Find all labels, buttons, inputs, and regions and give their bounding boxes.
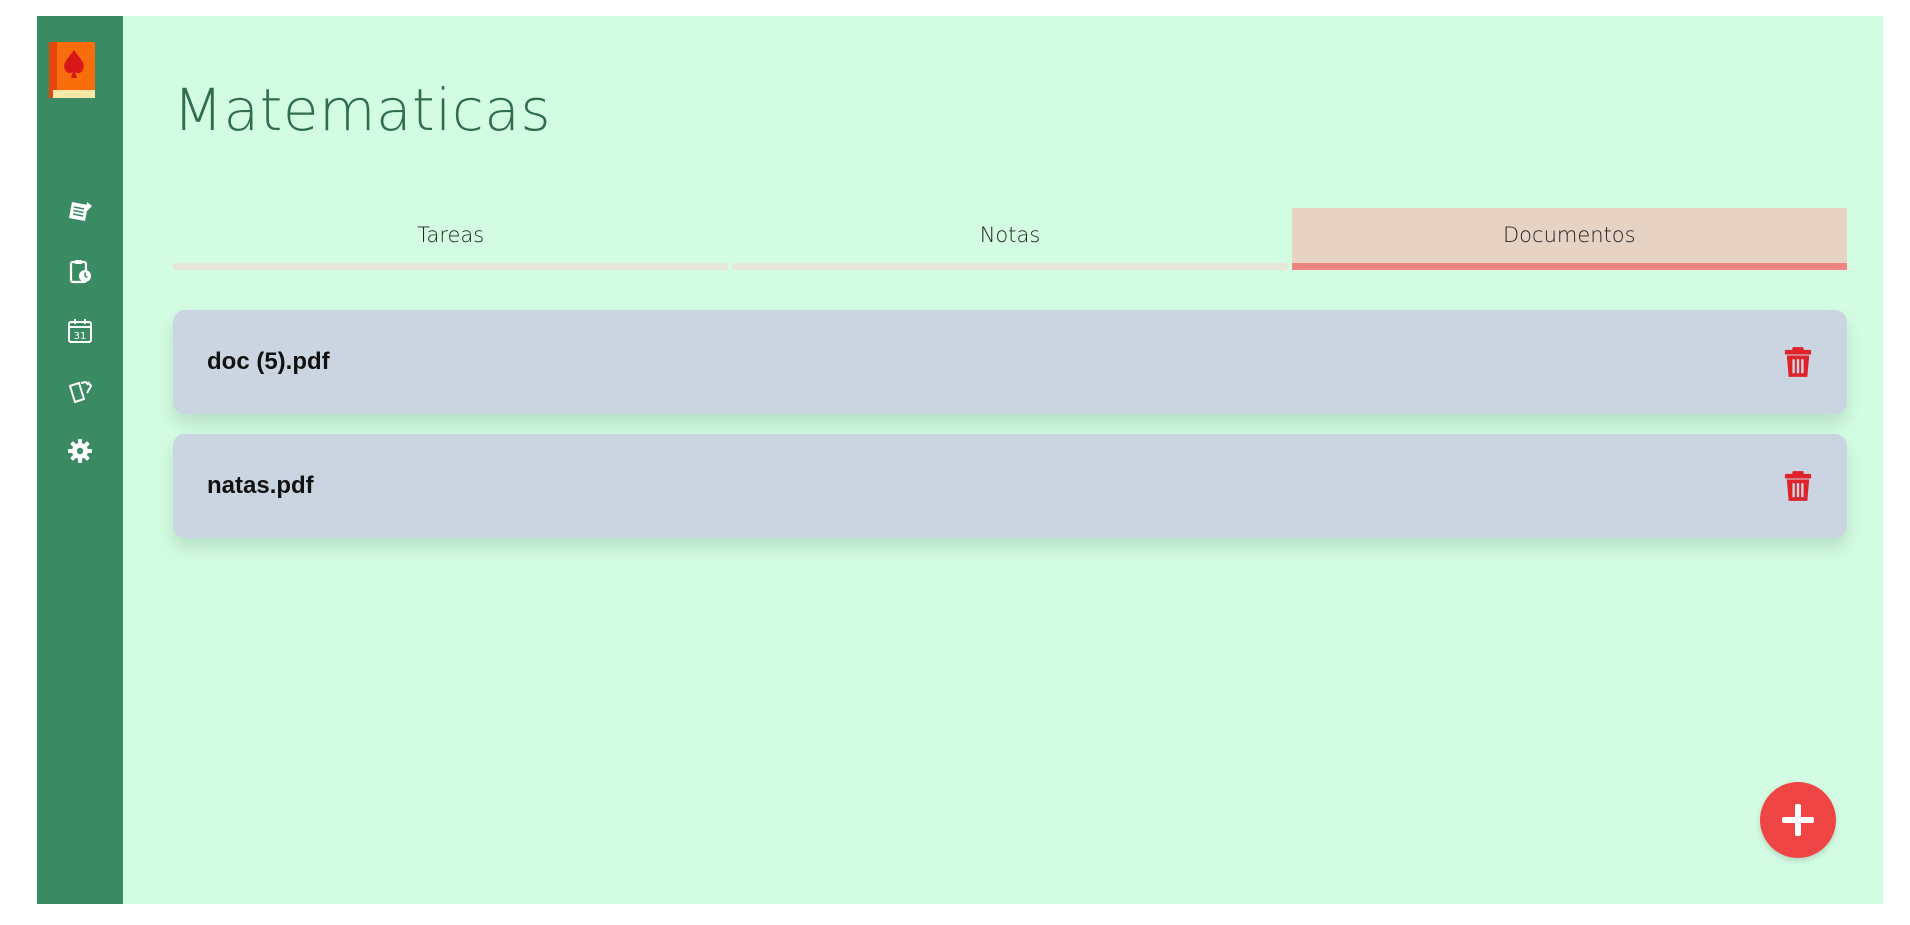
cards-icon (69, 381, 92, 403)
trash-icon (1784, 347, 1812, 377)
sidebar-item-notes[interactable] (37, 181, 123, 241)
clipboard-clock-icon (69, 260, 91, 284)
sidebar: 31 (37, 16, 123, 904)
sidebar-item-flashcards[interactable] (37, 361, 123, 421)
documents-list: doc (5).pdf natas.pdf (173, 310, 1847, 538)
gear-icon (68, 439, 92, 463)
notes-icon (69, 202, 92, 221)
main-content: Matematicas Tareas Notas Documentos doc … (123, 16, 1883, 904)
plus-icon (1782, 804, 1814, 836)
sidebar-item-settings[interactable] (37, 421, 123, 481)
sidebar-item-tasks[interactable] (37, 241, 123, 301)
tab-notas[interactable]: Notas (732, 208, 1288, 270)
tab-tareas[interactable]: Tareas (173, 208, 729, 270)
sidebar-nav: 31 (37, 181, 123, 481)
calendar-icon: 31 (68, 319, 92, 343)
tab-bar: Tareas Notas Documentos (173, 208, 1848, 270)
page-title: Matematicas (173, 76, 552, 144)
add-document-button[interactable] (1760, 782, 1836, 858)
tab-documentos[interactable]: Documentos (1291, 208, 1848, 270)
delete-document-button[interactable] (1783, 469, 1813, 503)
book-spade-logo[interactable] (49, 40, 99, 102)
calendar-day-label: 31 (74, 331, 87, 342)
document-name: natas.pdf (207, 472, 314, 499)
app-window: 31 Matematicas Tareas Notas Documentos d… (37, 16, 1883, 904)
delete-document-button[interactable] (1783, 345, 1813, 379)
list-item[interactable]: doc (5).pdf (173, 310, 1847, 414)
document-name: doc (5).pdf (207, 348, 330, 375)
list-item[interactable]: natas.pdf (173, 434, 1847, 538)
trash-icon (1784, 471, 1812, 501)
sidebar-item-calendar[interactable]: 31 (37, 301, 123, 361)
